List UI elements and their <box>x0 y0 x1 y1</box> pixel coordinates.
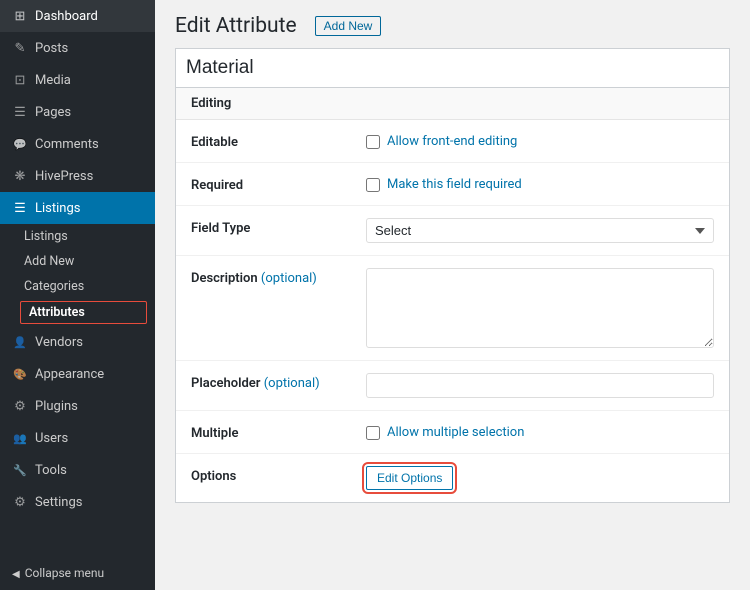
multiple-field: Allow multiple selection <box>366 423 714 440</box>
sidebar-item-posts-label: Posts <box>35 41 68 56</box>
main-content: Edit Attribute Add New Editing Editable … <box>155 0 750 590</box>
sidebar-item-appearance[interactable]: Appearance <box>0 358 155 390</box>
vendors-icon <box>12 334 28 350</box>
settings-icon <box>12 494 28 510</box>
options-row: Options Edit Options <box>176 454 729 502</box>
placeholder-field <box>366 373 714 398</box>
listings-icon <box>12 200 28 216</box>
sidebar-sub-attributes[interactable]: Attributes <box>20 301 147 324</box>
sidebar-item-tools-label: Tools <box>35 463 67 478</box>
required-row: Required Make this field required <box>176 163 729 206</box>
sidebar-item-media-label: Media <box>35 73 71 88</box>
sidebar-item-pages-label: Pages <box>35 105 71 120</box>
description-optional-label: (optional) <box>261 271 317 286</box>
multiple-row: Multiple Allow multiple selection <box>176 411 729 454</box>
attribute-name-input[interactable] <box>176 49 729 87</box>
sidebar-item-users-label: Users <box>35 431 68 446</box>
attribute-name-wrap <box>175 48 730 88</box>
required-field: Make this field required <box>366 175 714 192</box>
placeholder-input[interactable] <box>366 373 714 398</box>
sidebar-sub-listings[interactable]: Listings <box>0 224 155 249</box>
placeholder-label: Placeholder (optional) <box>191 373 366 391</box>
media-icon <box>12 72 28 88</box>
sidebar-sub-categories[interactable]: Categories <box>0 274 155 299</box>
sidebar: Dashboard Posts Media Pages Comments Hiv… <box>0 0 155 590</box>
multiple-checkbox-label[interactable]: Allow multiple selection <box>387 425 524 440</box>
page-header: Edit Attribute Add New <box>155 0 750 48</box>
sidebar-item-plugins[interactable]: Plugins <box>0 390 155 422</box>
page-title: Edit Attribute <box>175 14 297 38</box>
hivepress-icon <box>12 168 28 184</box>
editable-checkbox-label[interactable]: Allow front-end editing <box>387 134 517 149</box>
required-checkbox-label[interactable]: Make this field required <box>387 177 522 192</box>
pages-icon <box>12 104 28 120</box>
editable-field: Allow front-end editing <box>366 132 714 149</box>
description-label: Description (optional) <box>191 268 366 286</box>
sidebar-item-listings-label: Listings <box>35 201 80 216</box>
dashboard-icon <box>12 8 28 24</box>
editable-label: Editable <box>191 132 366 150</box>
users-icon <box>12 430 28 446</box>
sidebar-item-vendors[interactable]: Vendors <box>0 326 155 358</box>
field-type-field: Select Text Textarea Number Date Email U… <box>366 218 714 243</box>
sidebar-item-hivepress-label: HivePress <box>35 169 93 184</box>
sidebar-item-listings[interactable]: Listings <box>0 192 155 224</box>
sidebar-item-pages[interactable]: Pages <box>0 96 155 128</box>
required-label: Required <box>191 175 366 193</box>
multiple-label: Multiple <box>191 423 366 441</box>
editable-row: Editable Allow front-end editing <box>176 120 729 163</box>
appearance-icon <box>12 366 28 382</box>
options-field: Edit Options <box>366 466 714 490</box>
options-label: Options <box>191 466 366 484</box>
comments-icon <box>12 136 28 152</box>
sidebar-item-settings-label: Settings <box>35 495 82 510</box>
multiple-checkbox-wrap: Allow multiple selection <box>366 423 524 440</box>
sidebar-item-plugins-label: Plugins <box>35 399 78 414</box>
sidebar-item-dashboard-label: Dashboard <box>35 9 98 24</box>
plugins-icon <box>12 398 28 414</box>
field-type-row: Field Type Select Text Textarea Number D… <box>176 206 729 256</box>
collapse-menu[interactable]: Collapse menu <box>0 556 155 590</box>
listings-submenu: Listings Add New Categories Attributes <box>0 224 155 326</box>
sidebar-item-users[interactable]: Users <box>0 422 155 454</box>
tools-icon <box>12 462 28 478</box>
sidebar-item-tools[interactable]: Tools <box>0 454 155 486</box>
sidebar-item-dashboard[interactable]: Dashboard <box>0 0 155 32</box>
edit-options-button[interactable]: Edit Options <box>366 466 453 490</box>
sidebar-item-hivepress[interactable]: HivePress <box>0 160 155 192</box>
sidebar-item-posts[interactable]: Posts <box>0 32 155 64</box>
editable-checkbox[interactable] <box>366 135 380 149</box>
placeholder-row: Placeholder (optional) <box>176 361 729 411</box>
sidebar-item-appearance-label: Appearance <box>35 367 104 382</box>
required-checkbox-wrap: Make this field required <box>366 175 522 192</box>
editable-checkbox-wrap: Allow front-end editing <box>366 132 517 149</box>
field-type-label: Field Type <box>191 218 366 236</box>
placeholder-optional-label: (optional) <box>264 376 320 391</box>
description-field <box>366 268 714 348</box>
sidebar-item-comments[interactable]: Comments <box>0 128 155 160</box>
field-type-select[interactable]: Select Text Textarea Number Date Email U… <box>366 218 714 243</box>
editing-section-header: Editing <box>176 88 729 120</box>
sidebar-item-media[interactable]: Media <box>0 64 155 96</box>
sidebar-sub-add-new[interactable]: Add New <box>0 249 155 274</box>
required-checkbox[interactable] <box>366 178 380 192</box>
collapse-label: Collapse menu <box>25 566 104 580</box>
sidebar-item-settings[interactable]: Settings <box>0 486 155 518</box>
posts-icon <box>12 40 28 56</box>
description-textarea[interactable] <box>366 268 714 348</box>
add-new-button[interactable]: Add New <box>315 16 382 36</box>
description-row: Description (optional) <box>176 256 729 361</box>
sidebar-item-comments-label: Comments <box>35 137 99 152</box>
collapse-icon <box>12 566 20 580</box>
form-area: Editing Editable Allow front-end editing… <box>175 88 730 503</box>
multiple-checkbox[interactable] <box>366 426 380 440</box>
sidebar-item-vendors-label: Vendors <box>35 335 83 350</box>
